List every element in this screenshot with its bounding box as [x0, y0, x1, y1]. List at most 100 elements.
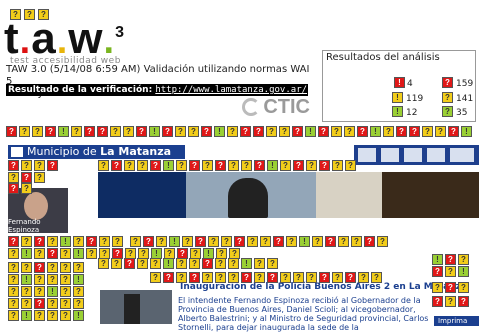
- warning-marker-icon[interactable]: ?: [8, 286, 19, 297]
- error-marker-icon[interactable]: ?: [8, 183, 19, 194]
- warning-marker-icon[interactable]: ?: [306, 160, 317, 171]
- error-marker-icon[interactable]: ?: [21, 172, 32, 183]
- ok-marker-icon[interactable]: !: [73, 274, 84, 285]
- warning-marker-icon[interactable]: ?: [176, 160, 187, 171]
- warning-marker-icon[interactable]: ?: [8, 298, 19, 309]
- error-marker-icon[interactable]: ?: [254, 160, 265, 171]
- warning-marker-icon[interactable]: ?: [130, 236, 141, 247]
- tools-icon[interactable]: [381, 148, 399, 162]
- ok-marker-icon[interactable]: !: [58, 126, 69, 137]
- warning-marker-icon[interactable]: ?: [123, 126, 134, 137]
- warning-marker-icon[interactable]: ?: [280, 272, 291, 283]
- error-marker-icon[interactable]: ?: [215, 160, 226, 171]
- error-marker-icon[interactable]: ?: [47, 248, 58, 259]
- error-marker-icon[interactable]: ?: [234, 236, 245, 247]
- warning-marker-icon[interactable]: ?: [266, 126, 277, 137]
- warning-marker-icon[interactable]: ?: [150, 272, 161, 283]
- verification-url-link[interactable]: http://www.lamatanza.gov.ar/: [155, 85, 307, 95]
- warning-marker-icon[interactable]: ?: [19, 126, 30, 137]
- warning-marker-icon[interactable]: ?: [312, 236, 323, 247]
- warning-marker-icon[interactable]: ?: [124, 160, 135, 171]
- warning-marker-icon[interactable]: ?: [228, 258, 239, 269]
- warning-marker-icon[interactable]: ?: [208, 236, 219, 247]
- error-marker-icon[interactable]: ?: [34, 262, 45, 273]
- error-marker-icon[interactable]: ?: [195, 236, 206, 247]
- warning-marker-icon[interactable]: ?: [458, 282, 469, 293]
- error-marker-icon[interactable]: ?: [241, 272, 252, 283]
- warning-marker-icon[interactable]: ?: [98, 160, 109, 171]
- warning-marker-icon[interactable]: ?: [338, 236, 349, 247]
- warning-marker-icon[interactable]: ?: [8, 274, 19, 285]
- warning-marker-icon[interactable]: ?: [383, 126, 394, 137]
- error-marker-icon[interactable]: ?: [345, 272, 356, 283]
- error-marker-icon[interactable]: ?: [293, 160, 304, 171]
- error-marker-icon[interactable]: ?: [319, 160, 330, 171]
- warning-marker-icon[interactable]: ?: [215, 258, 226, 269]
- ok-marker-icon[interactable]: !: [73, 310, 84, 321]
- warning-marker-icon[interactable]: ?: [34, 172, 45, 183]
- ok-marker-icon[interactable]: !: [21, 248, 32, 259]
- warning-marker-icon[interactable]: ?: [176, 272, 187, 283]
- warning-marker-icon[interactable]: ?: [332, 272, 343, 283]
- warning-marker-icon[interactable]: ?: [188, 126, 199, 137]
- warning-marker-icon[interactable]: ?: [241, 160, 252, 171]
- warning-marker-icon[interactable]: ?: [21, 160, 32, 171]
- warning-marker-icon[interactable]: ?: [47, 274, 58, 285]
- warning-marker-icon[interactable]: ?: [189, 258, 200, 269]
- ok-marker-icon[interactable]: !: [461, 126, 472, 137]
- ok-marker-icon[interactable]: !: [299, 236, 310, 247]
- error-marker-icon[interactable]: ?: [8, 160, 19, 171]
- error-marker-icon[interactable]: ?: [111, 160, 122, 171]
- warning-marker-icon[interactable]: ?: [182, 236, 193, 247]
- warning-marker-icon[interactable]: ?: [445, 266, 456, 277]
- error-marker-icon[interactable]: ?: [364, 236, 375, 247]
- ok-marker-icon[interactable]: !: [241, 258, 252, 269]
- warning-marker-icon[interactable]: ?: [458, 254, 469, 265]
- error-marker-icon[interactable]: ?: [409, 126, 420, 137]
- warning-marker-icon[interactable]: ?: [71, 126, 82, 137]
- warning-marker-icon[interactable]: ?: [112, 236, 123, 247]
- warning-marker-icon[interactable]: ?: [73, 236, 84, 247]
- ok-marker-icon[interactable]: !: [73, 248, 84, 259]
- warning-marker-icon[interactable]: ?: [98, 258, 109, 269]
- warning-marker-icon[interactable]: ?: [247, 236, 258, 247]
- warning-marker-icon[interactable]: ?: [432, 282, 443, 293]
- error-marker-icon[interactable]: ?: [432, 266, 443, 277]
- ok-marker-icon[interactable]: !: [458, 266, 469, 277]
- warning-marker-icon[interactable]: ?: [202, 160, 213, 171]
- error-marker-icon[interactable]: ?: [6, 126, 17, 137]
- warning-marker-icon[interactable]: ?: [32, 126, 43, 137]
- ok-marker-icon[interactable]: !: [21, 274, 32, 285]
- error-marker-icon[interactable]: ?: [432, 296, 443, 307]
- warning-marker-icon[interactable]: ?: [280, 160, 291, 171]
- error-marker-icon[interactable]: ?: [325, 236, 336, 247]
- warning-marker-icon[interactable]: ?: [202, 272, 213, 283]
- warning-marker-icon[interactable]: ?: [60, 286, 71, 297]
- ddb-icon[interactable]: [450, 148, 474, 162]
- error-marker-icon[interactable]: ?: [47, 160, 58, 171]
- warning-marker-icon[interactable]: ?: [34, 160, 45, 171]
- error-marker-icon[interactable]: ?: [396, 126, 407, 137]
- warning-marker-icon[interactable]: ?: [8, 248, 19, 259]
- error-marker-icon[interactable]: ?: [150, 160, 161, 171]
- error-marker-icon[interactable]: ?: [189, 160, 200, 171]
- error-marker-icon[interactable]: ?: [45, 126, 56, 137]
- warning-marker-icon[interactable]: ?: [306, 272, 317, 283]
- warning-marker-icon[interactable]: ?: [21, 236, 32, 247]
- warning-marker-icon[interactable]: ?: [150, 258, 161, 269]
- warning-marker-icon[interactable]: ?: [73, 262, 84, 273]
- warning-marker-icon[interactable]: ?: [47, 262, 58, 273]
- error-marker-icon[interactable]: ?: [292, 126, 303, 137]
- warning-marker-icon[interactable]: ?: [60, 274, 71, 285]
- ok-marker-icon[interactable]: !: [60, 236, 71, 247]
- warning-marker-icon[interactable]: ?: [156, 236, 167, 247]
- warning-marker-icon[interactable]: ?: [60, 248, 71, 259]
- warning-marker-icon[interactable]: ?: [358, 272, 369, 283]
- ok-marker-icon[interactable]: !: [21, 310, 32, 321]
- warning-marker-icon[interactable]: ?: [8, 262, 19, 273]
- warning-marker-icon[interactable]: ?: [86, 248, 97, 259]
- warning-marker-icon[interactable]: ?: [34, 286, 45, 297]
- warning-marker-icon[interactable]: ?: [332, 160, 343, 171]
- warning-marker-icon[interactable]: ?: [21, 183, 32, 194]
- error-marker-icon[interactable]: ?: [124, 258, 135, 269]
